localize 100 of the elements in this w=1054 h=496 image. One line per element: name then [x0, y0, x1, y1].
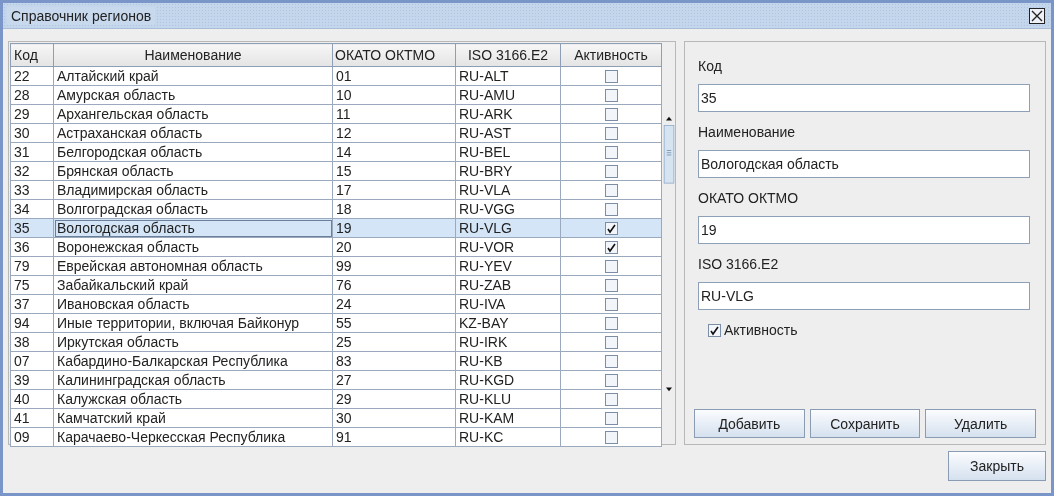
table-row[interactable]: 41 Камчатский край 30 RU-KAM	[10, 408, 662, 428]
table-cell: Калининградская область	[53, 370, 333, 390]
table-cell: 37	[10, 294, 54, 314]
table-row[interactable]: 22 Алтайский край 01 RU-ALT	[10, 66, 662, 86]
checkbox[interactable]	[604, 108, 618, 122]
checkbox[interactable]	[604, 89, 618, 103]
checkbox[interactable]	[604, 279, 618, 293]
table-cell: KZ-BAY	[455, 313, 561, 333]
table-row[interactable]: 28 Амурская область 10 RU-AMU	[10, 85, 662, 105]
table-row[interactable]: 09 Карачаево-Черкесская Республика 91 RU-KC	[10, 427, 662, 447]
checked-checkbox[interactable]	[708, 323, 721, 337]
checkbox[interactable]	[604, 336, 618, 350]
table-cell: Иные территории, включая Байконур	[53, 313, 333, 333]
table-cell: 01	[332, 66, 456, 86]
table-cell: RU-KAM	[455, 408, 561, 428]
table-cell: RU-BEL	[455, 142, 561, 162]
table-cell: Иркутская область	[53, 332, 333, 352]
table-cell: RU-ARK	[455, 104, 561, 124]
checkbox[interactable]	[604, 298, 618, 312]
table-cell: 39	[10, 370, 54, 390]
checkbox-label: Активность	[724, 322, 798, 338]
table-row[interactable]: 36 Воронежская область 20 RU-VOR	[10, 237, 662, 257]
table-row[interactable]: 29 Архангельская область 11 RU-ARK	[10, 104, 662, 124]
table-cell: 99	[332, 256, 456, 276]
table-cell: 22	[10, 66, 54, 86]
column-header[interactable]: ISO 3166.E2	[455, 43, 561, 67]
table-cell: 31	[10, 142, 54, 162]
column-header[interactable]: ОКАТО ОКТМО	[332, 43, 456, 67]
table-cell: 17	[332, 180, 456, 200]
table-cell: 76	[332, 275, 456, 295]
table-row[interactable]: 39 Калининградская область 27 RU-KGD	[10, 370, 662, 390]
table-cell: 27	[332, 370, 456, 390]
table-cell: RU-KB	[455, 351, 561, 371]
checkbox[interactable]	[604, 260, 618, 274]
action-button[interactable]: Добавить	[694, 409, 805, 438]
column-header[interactable]: Активность	[560, 43, 662, 67]
column-header[interactable]: Наименование	[53, 43, 333, 67]
checkbox[interactable]	[604, 374, 618, 388]
table-cell: 18	[332, 199, 456, 219]
checkbox[interactable]	[604, 317, 618, 331]
table-row[interactable]: 32 Брянская область 15 RU-BRY	[10, 161, 662, 181]
table-row[interactable]: 40 Калужская область 29 RU-KLU	[10, 389, 662, 409]
table-row[interactable]: 33 Владимирская область 17 RU-VLA	[10, 180, 662, 200]
checkbox[interactable]	[604, 146, 618, 160]
input-field[interactable]: 19	[698, 216, 1030, 244]
checkbox[interactable]	[604, 431, 618, 445]
table-cell: 94	[10, 313, 54, 333]
table-cell: 29	[10, 104, 54, 124]
table-cell: 14	[332, 142, 456, 162]
table-cell: Калужская область	[53, 389, 333, 409]
table-cell: RU-IVA	[455, 294, 561, 314]
close-button[interactable]: Закрыть	[948, 451, 1046, 481]
table-cell: RU-KGD	[455, 370, 561, 390]
table-row[interactable]: 30 Астраханская область 12 RU-AST	[10, 123, 662, 143]
checkbox[interactable]	[604, 70, 618, 84]
input-field[interactable]: 35	[698, 84, 1030, 112]
checkbox[interactable]	[604, 203, 618, 217]
table-row[interactable]: 07 Кабардино-Балкарская Республика 83 RU-KB	[10, 351, 662, 371]
close-icon[interactable]	[1029, 7, 1045, 24]
table-row[interactable]: 34 Волгоградская область 18 RU-VGG	[10, 199, 662, 219]
table-cell: 30	[332, 408, 456, 428]
table-cell: 24	[332, 294, 456, 314]
table-row[interactable]: 31 Белгородская область 14 RU-BEL	[10, 142, 662, 162]
table-cell: RU-AMU	[455, 85, 561, 105]
table-row[interactable]: 37 Ивановская область 24 RU-IVA	[10, 294, 662, 314]
table-row[interactable]: 35 Вологодская область 19 RU-VLG	[10, 218, 662, 238]
field-label: Код	[698, 57, 723, 76]
table-row[interactable]: 75 Забайкальский край 76 RU-ZAB	[10, 275, 662, 295]
column-header[interactable]: Код	[10, 43, 54, 67]
table-row[interactable]: 94 Иные территории, включая Байконур 55 KZ-BAY	[10, 313, 662, 333]
table-cell: 33	[10, 180, 54, 200]
checkbox[interactable]	[604, 393, 618, 407]
checkbox[interactable]	[604, 165, 618, 179]
table-cell: Камчатский край	[53, 408, 333, 428]
field-label: Наименование	[698, 123, 797, 142]
action-button[interactable]: Удалить	[925, 409, 1036, 438]
checkbox[interactable]	[604, 355, 618, 369]
input-field[interactable]: RU-VLG	[698, 282, 1030, 310]
action-button[interactable]: Сохранить	[809, 409, 921, 438]
table-cell: Алтайский край	[53, 66, 333, 86]
table-cell: Архангельская область	[53, 104, 333, 124]
table-row[interactable]: 38 Иркутская область 25 RU-IRK	[10, 332, 662, 352]
checkbox[interactable]	[604, 412, 618, 426]
field-label: ISO 3166.E2	[698, 255, 780, 274]
checkbox[interactable]	[604, 127, 618, 141]
input-field[interactable]: Вологодская область	[698, 150, 1030, 178]
table-cell: 55	[332, 313, 456, 333]
checkbox[interactable]	[604, 184, 618, 198]
table-cell: RU-AST	[455, 123, 561, 143]
table-cell: Забайкальский край	[53, 275, 333, 295]
table-cell: RU-VLA	[455, 180, 561, 200]
table-cell: Кабардино-Балкарская Республика	[53, 351, 333, 371]
table-cell: 83	[332, 351, 456, 371]
table-cell: RU-BRY	[455, 161, 561, 181]
table-cell: RU-IRK	[455, 332, 561, 352]
table-row[interactable]: 79 Еврейская автономная область 99 RU-YEV	[10, 256, 662, 276]
table-cell: 15	[332, 161, 456, 181]
checked-checkbox[interactable]	[604, 222, 618, 236]
checked-checkbox[interactable]	[604, 241, 618, 255]
table-cell: 40	[10, 389, 54, 409]
